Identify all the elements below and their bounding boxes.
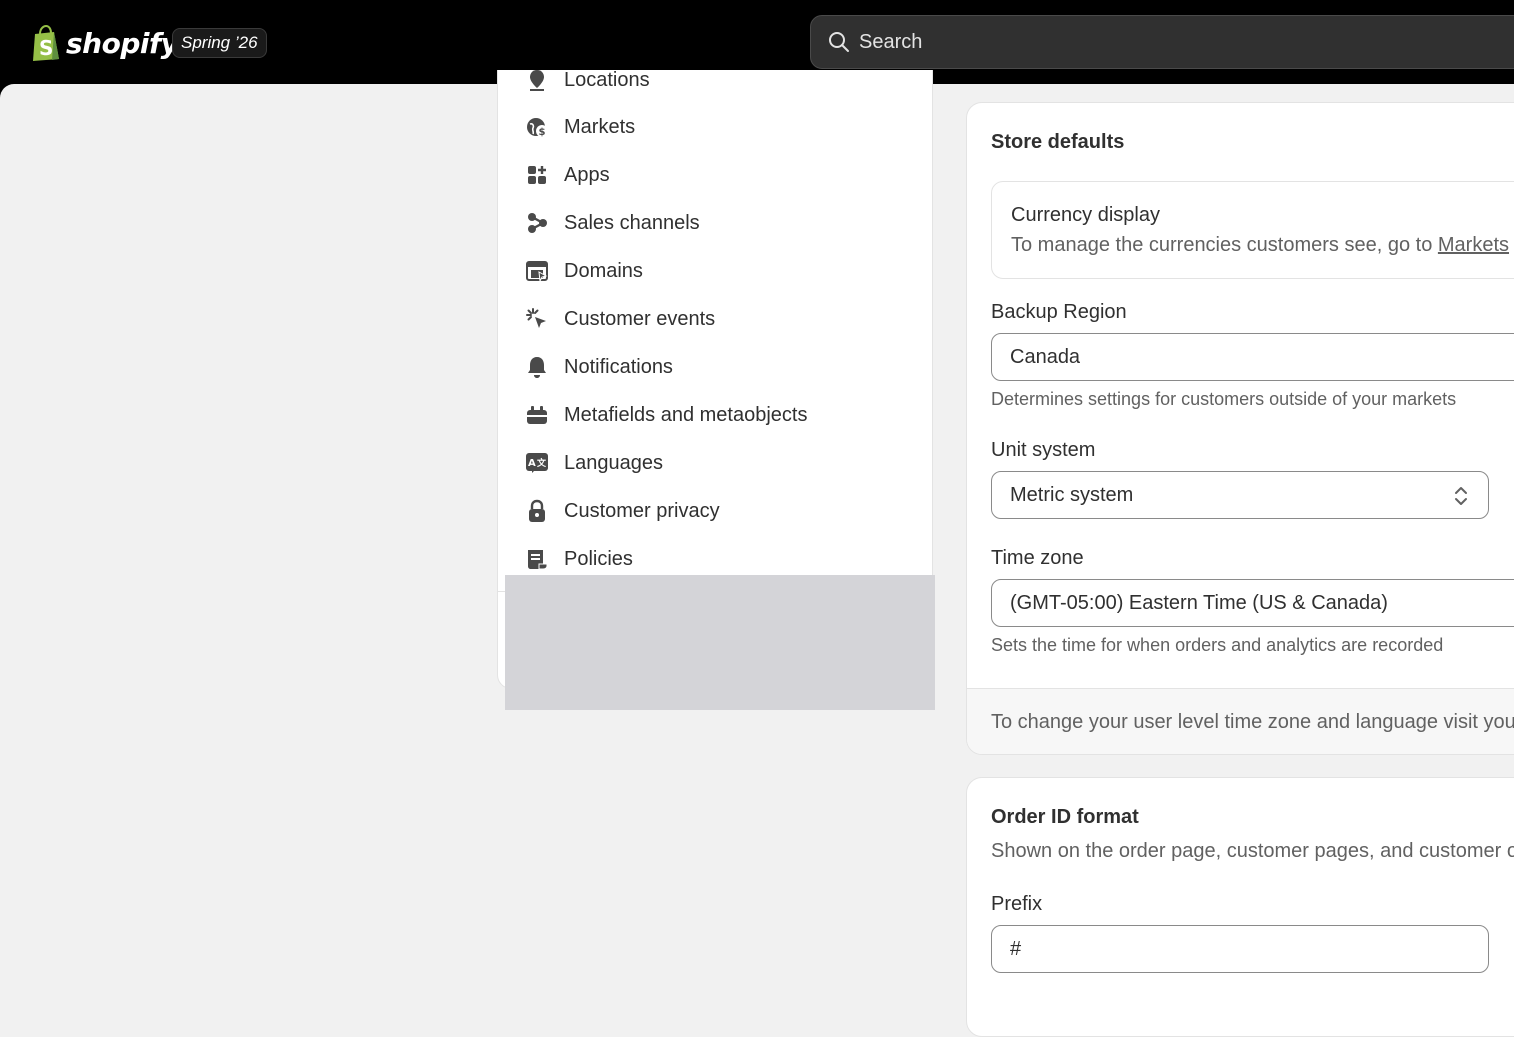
policy-scroll-icon — [528, 550, 548, 570]
store-defaults-footer: To change your user level time zone and … — [967, 688, 1514, 754]
svg-text:$: $ — [539, 127, 546, 138]
currency-display-text: To manage the currencies customers see, … — [1011, 234, 1438, 256]
sales-channels-icon — [528, 213, 547, 233]
sidebar-item-locations[interactable]: Locations — [498, 70, 932, 104]
sidebar-item-label: Locations — [564, 70, 650, 91]
card-title: Store defaults — [991, 131, 1125, 153]
currency-display-heading: Currency display — [1011, 204, 1160, 226]
sidebar-item-notifications[interactable]: Notifications — [498, 343, 932, 391]
metafields-icon — [527, 406, 547, 424]
prefix-label: Prefix — [991, 893, 1043, 915]
sidebar-item-apps[interactable]: Apps — [498, 151, 932, 199]
sidebar-item-label: Domains — [564, 259, 643, 282]
time-zone-help: Sets the time for when orders and analyt… — [991, 635, 1444, 655]
unit-system-select[interactable]: Metric system — [991, 471, 1489, 519]
sidebar-item-domains[interactable]: Domains — [498, 247, 932, 295]
prefix-input[interactable]: # — [991, 925, 1489, 973]
backup-region-label: Backup Region — [991, 301, 1127, 323]
sidebar-item-label: Sales channels — [564, 211, 700, 234]
currency-display-section: Currency display To manage the currencie… — [991, 181, 1514, 279]
sidebar-item-label: Languages — [564, 451, 663, 474]
unit-system-value: Metric system — [1010, 483, 1134, 506]
sidebar-item-customer-privacy[interactable]: Customer privacy — [498, 487, 932, 535]
order-id-description: Shown on the order page, customer pages,… — [991, 840, 1514, 862]
shopify-bag-icon: S — [33, 25, 59, 61]
shopify-logo[interactable]: S shopify — [30, 24, 179, 62]
location-pin-icon — [530, 70, 544, 91]
unit-system-label: Unit system — [991, 439, 1096, 461]
order-id-card: Order ID format Shown on the order page,… — [966, 777, 1514, 1037]
svg-text:文: 文 — [536, 457, 547, 469]
card-title: Order ID format — [991, 806, 1139, 828]
store-defaults-card: Store defaults Currency display To manag… — [966, 102, 1514, 755]
time-zone-value: (GMT-05:00) Eastern Time (US & Canada) — [1010, 591, 1388, 614]
apps-icon — [528, 166, 546, 184]
shopify-wordmark: shopify — [66, 26, 179, 60]
footer-text: To change your user level time zone and … — [991, 711, 1514, 733]
main-corner — [0, 84, 16, 100]
sidebar-item-label: Customer events — [564, 307, 716, 330]
search-bar[interactable]: Search — [810, 15, 1514, 69]
bell-icon — [528, 357, 546, 378]
sidebar-item-markets[interactable]: $ Markets — [498, 103, 932, 151]
lock-icon — [529, 499, 545, 522]
select-chevron-icon — [1455, 487, 1467, 505]
sidebar-item-label: Metafields and metaobjects — [564, 403, 808, 426]
search-placeholder: Search — [859, 30, 923, 53]
svg-text:S: S — [39, 36, 53, 60]
sidebar-item-label: Markets — [564, 115, 636, 138]
sidebar-item-sales-channels[interactable]: Sales channels — [498, 199, 932, 247]
sidebar-item-languages[interactable]: A 文 Languages — [498, 439, 932, 487]
redacted-overlay — [505, 575, 935, 710]
globe-dollar-icon: $ — [527, 118, 548, 138]
currency-display-description: To manage the currencies customers see, … — [1011, 234, 1509, 257]
sidebar-item-label: Policies — [564, 547, 633, 570]
sidebar-item-label: Customer privacy — [564, 499, 720, 522]
sidebar-item-label: Apps — [564, 163, 610, 186]
sidebar-item-metafields[interactable]: Metafields and metaobjects — [498, 391, 932, 439]
domains-icon — [526, 261, 548, 283]
release-badge[interactable]: Spring ’26 — [172, 28, 267, 58]
translate-icon: A 文 — [526, 453, 548, 473]
backup-region-help: Determines settings for customers outsid… — [991, 389, 1457, 409]
backup-region-value: Canada — [1010, 345, 1081, 368]
time-zone-label: Time zone — [991, 547, 1084, 569]
time-zone-select[interactable]: (GMT-05:00) Eastern Time (US & Canada) — [991, 579, 1514, 627]
prefix-value: # — [1010, 937, 1022, 960]
backup-region-select[interactable]: Canada — [991, 333, 1514, 381]
cursor-click-icon — [526, 308, 546, 328]
svg-text:A: A — [528, 458, 536, 469]
markets-link[interactable]: Markets — [1438, 234, 1509, 256]
sidebar-item-customer-events[interactable]: Customer events — [498, 295, 932, 343]
sidebar-item-label: Notifications — [564, 355, 673, 378]
search-icon — [829, 32, 849, 52]
